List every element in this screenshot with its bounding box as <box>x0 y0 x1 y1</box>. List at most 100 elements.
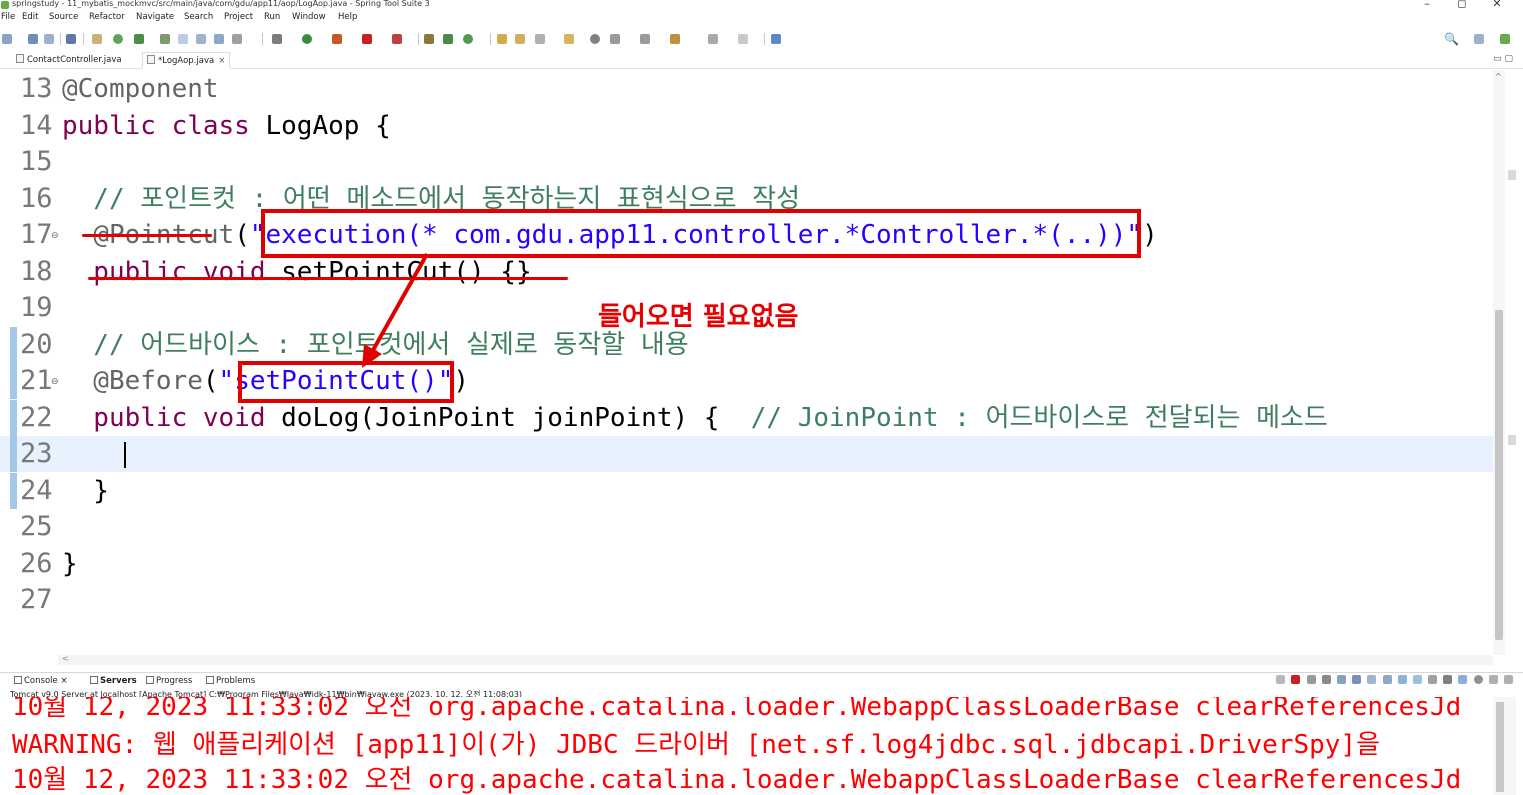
menu-run[interactable]: Run <box>264 12 280 22</box>
annotation-note: 들어오면 필요없음 <box>598 302 799 332</box>
scrollbar-thumb[interactable] <box>1495 310 1503 640</box>
back-icon[interactable] <box>708 34 718 44</box>
terminate-icon[interactable] <box>1291 675 1301 684</box>
tab-label: Problems <box>216 676 256 686</box>
code-line[interactable]: 13 @Component <box>0 71 1493 107</box>
stop-icon[interactable] <box>362 34 372 44</box>
remove-launch-icon[interactable] <box>1306 675 1316 684</box>
display-selected-icon[interactable] <box>1428 675 1438 684</box>
code-token: ) <box>453 366 470 396</box>
tab-console[interactable]: Console × <box>14 676 68 686</box>
tab-problems[interactable]: Problems <box>206 676 255 686</box>
menu-refactor[interactable]: Refactor <box>89 12 125 22</box>
editor-minimize-maximize[interactable]: ▭ ▢ <box>1493 54 1513 64</box>
new-console-icon[interactable] <box>1443 675 1453 684</box>
open-task-icon[interactable] <box>515 34 525 44</box>
run-icon[interactable] <box>302 34 312 44</box>
editor-horizontal-scrollbar[interactable]: < <box>58 654 1493 665</box>
code-line[interactable]: 25 <box>0 509 1493 545</box>
forward-icon[interactable] <box>738 34 748 44</box>
menu-help[interactable]: Help <box>338 12 357 22</box>
tab-progress[interactable]: Progress <box>146 676 192 686</box>
line-number: 15 <box>20 146 53 177</box>
close-console-icon[interactable]: × <box>60 676 67 686</box>
pin-editor-icon[interactable] <box>771 34 781 44</box>
console-vertical-scrollbar[interactable] <box>1493 697 1516 795</box>
save-all-icon[interactable] <box>44 34 54 44</box>
scroll-lock-icon[interactable] <box>1336 675 1346 684</box>
scroll-up-icon[interactable]: ^ <box>1495 72 1502 81</box>
menu-navigate[interactable]: Navigate <box>136 12 174 22</box>
new-package-icon[interactable] <box>443 34 453 44</box>
coverage-icon[interactable] <box>332 34 342 44</box>
open-folder-icon[interactable] <box>564 34 574 44</box>
new-java-project-icon[interactable] <box>424 34 434 44</box>
open-console-icon[interactable] <box>1412 675 1422 684</box>
close-tab-icon[interactable]: × <box>218 56 225 66</box>
spring-boot-icon[interactable] <box>113 34 123 44</box>
code-line[interactable]: 26} <box>0 546 1493 582</box>
strike-pointcut <box>82 234 212 237</box>
active-toggle-icon[interactable] <box>178 34 188 44</box>
code-line[interactable]: 15 <box>0 144 1493 180</box>
word-wrap-icon[interactable] <box>1352 675 1362 684</box>
mark-occurrences-icon[interactable] <box>160 34 170 44</box>
code-line[interactable]: 23 <box>0 436 1493 472</box>
maximize-view-icon[interactable] <box>1504 675 1513 684</box>
search-icon[interactable]: 🔍 <box>1444 32 1459 46</box>
spring-perspective-icon[interactable] <box>1500 34 1510 44</box>
search-tool-icon[interactable] <box>535 34 545 44</box>
pin-console-icon[interactable] <box>1276 675 1286 684</box>
settings-icon[interactable] <box>1473 675 1483 684</box>
pilcrow-icon[interactable] <box>232 34 242 44</box>
code-line[interactable]: 18 public void setPointCut() {} <box>0 254 1493 290</box>
console-output[interactable]: 10월 12, 2023 11:33:02 오전 org.apache.cata… <box>0 697 1493 795</box>
code-line[interactable]: 27 <box>0 582 1493 618</box>
fold-toggle-icon[interactable]: ⊖ <box>51 377 59 387</box>
save-icon[interactable] <box>28 34 38 44</box>
menu-search[interactable]: Search <box>184 12 213 22</box>
menu-window[interactable]: Window <box>292 12 326 22</box>
minimize-button[interactable]: – <box>1420 0 1434 10</box>
menu-project[interactable]: Project <box>224 12 253 22</box>
show-stdout-icon[interactable] <box>1382 675 1392 684</box>
last-edit-icon[interactable] <box>670 34 680 44</box>
menu-file[interactable]: File <box>1 12 15 22</box>
scrollbar-thumb[interactable] <box>1496 702 1504 792</box>
code-editor[interactable]: 13 @Component 14 public class LogAop {15 16 … <box>0 70 1523 655</box>
code-line[interactable]: 22 public void doLog(JoinPoint joinPoint… <box>0 399 1493 436</box>
maximize-button[interactable]: ◻ <box>1455 0 1469 10</box>
debug-icon[interactable] <box>272 34 282 44</box>
show-console-icon[interactable] <box>1367 675 1377 684</box>
open-type-icon[interactable] <box>497 34 507 44</box>
code-line[interactable]: 24 } <box>0 472 1493 509</box>
prev-annotation-icon[interactable] <box>640 34 650 44</box>
refresh-icon[interactable] <box>134 34 144 44</box>
next-annotation-icon[interactable] <box>610 34 620 44</box>
tab-log-aop[interactable]: *LogAop.java × <box>142 52 231 69</box>
fold-toggle-icon[interactable]: ⊖ <box>51 231 59 241</box>
scroll-left-icon[interactable]: < <box>62 654 69 663</box>
code-line[interactable]: 21 ⊖ @Before("setPointCut()") <box>0 363 1493 399</box>
toggle-icon[interactable] <box>92 34 102 44</box>
block-selection-icon[interactable] <box>196 34 206 44</box>
new-icon[interactable] <box>2 34 12 44</box>
show-whitespace-icon[interactable] <box>214 34 224 44</box>
show-stderr-icon[interactable] <box>1397 675 1407 684</box>
terminal-icon[interactable] <box>66 34 76 44</box>
menu-source[interactable]: Source <box>49 12 78 22</box>
close-window-button[interactable]: ✕ <box>1490 0 1504 10</box>
menu-edit[interactable]: Edit <box>22 12 38 22</box>
new-class-icon[interactable] <box>463 34 473 44</box>
minimize-view-icon[interactable] <box>1488 675 1498 684</box>
tab-contact-controller[interactable]: ContactController.java <box>12 52 126 69</box>
editor-vertical-scrollbar[interactable]: ^ <box>1493 70 1505 655</box>
open-perspective-icon[interactable] <box>1474 34 1484 44</box>
remove-all-icon[interactable] <box>1321 675 1331 684</box>
link-icon[interactable] <box>1458 675 1468 684</box>
annotation-icon[interactable] <box>590 34 600 44</box>
tab-servers[interactable]: Servers <box>90 676 137 686</box>
code-text: public class LogAop { <box>62 108 391 144</box>
code-line[interactable]: 14 public class LogAop { <box>0 108 1493 144</box>
external-tools-icon[interactable] <box>392 34 402 44</box>
